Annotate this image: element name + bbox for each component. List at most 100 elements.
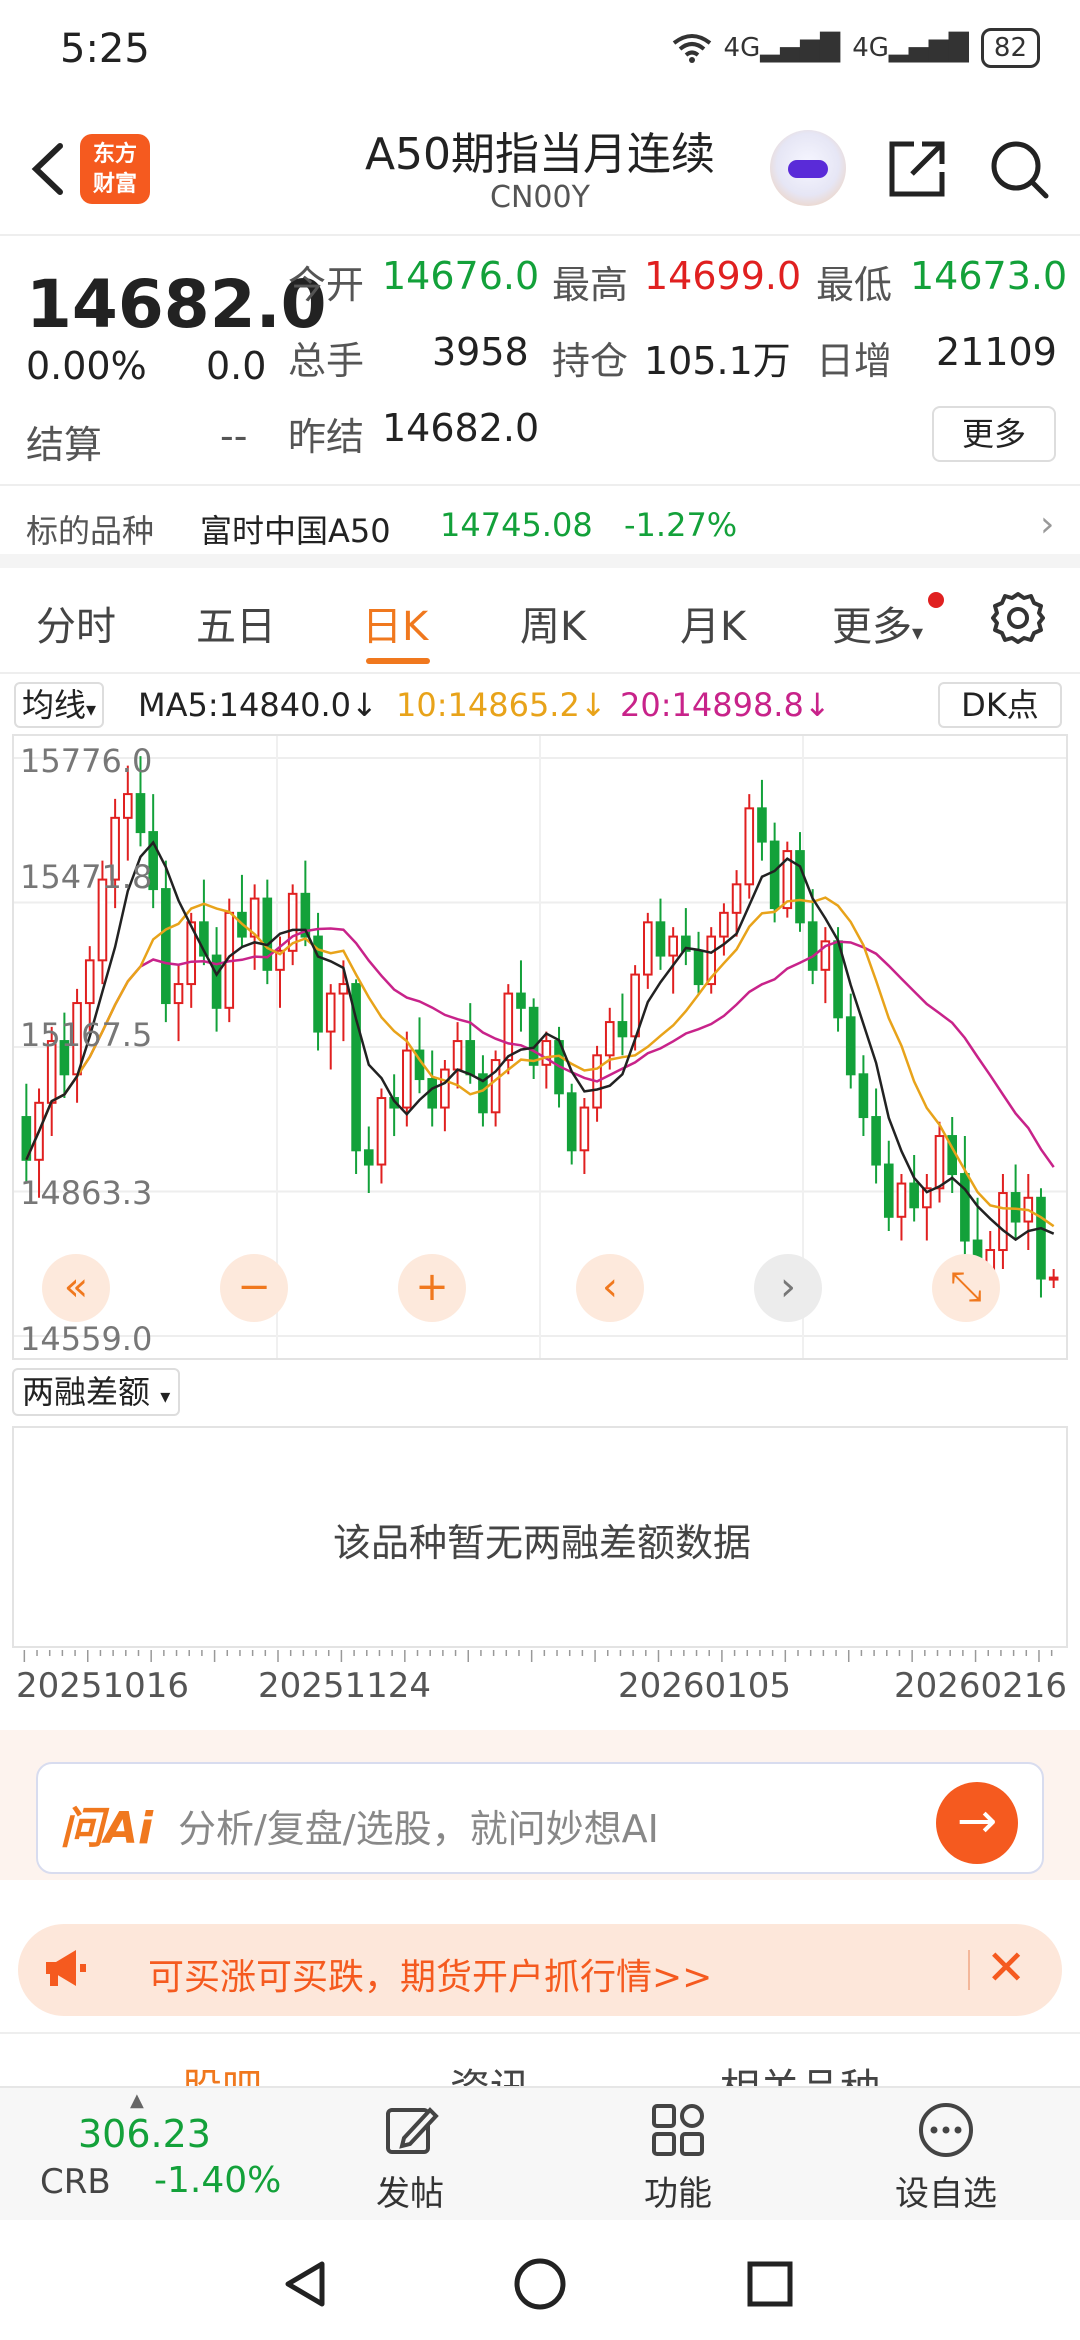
share-icon[interactable]	[884, 136, 950, 202]
y-tick-label: 14863.3	[20, 1174, 153, 1212]
ma-row: 均线▾ MA5:14840.0↓ 10:14865.2↓ 20:14898.8↓…	[0, 676, 1080, 734]
candle	[325, 984, 336, 1070]
crb-change[interactable]: -1.40%	[154, 2160, 281, 2201]
more-button[interactable]: 更多	[932, 406, 1056, 462]
candle-body	[668, 935, 678, 957]
candlestick-chart[interactable]: 15776.0 15471.8 15167.5 14863.3 14559.0 …	[12, 734, 1068, 1360]
settle-label: 结算	[26, 423, 103, 467]
candle	[643, 912, 653, 989]
crb-value[interactable]: 306.23	[78, 2112, 211, 2156]
close-icon[interactable]: ✕	[986, 1940, 1026, 1996]
underlying-row[interactable]: 标的品种 富时中国A50 14745.08 -1.27% ›	[0, 488, 1080, 568]
candle-body	[617, 1021, 628, 1038]
candle	[858, 1055, 869, 1137]
candle	[262, 879, 273, 985]
candle-body	[376, 1097, 387, 1166]
margin-panel: 该品种暂无两融差额数据	[12, 1426, 1068, 1648]
indicator-select[interactable]: 均线▾	[14, 682, 105, 728]
candle	[896, 1174, 907, 1241]
add-favorite-button[interactable]: 设自选	[866, 2100, 1026, 2215]
arrow-right-icon[interactable]: →	[936, 1782, 1018, 1864]
bottom-section-tabs: 股吧 资讯 相关品种	[0, 2032, 1080, 2092]
y-tick-label: 14559.0	[20, 1320, 153, 1358]
underlying-change: -1.27%	[624, 506, 738, 544]
ma5-value: MA5:14840.0↓	[138, 686, 378, 724]
candle-body	[161, 888, 171, 1005]
quote-panel: 14682.0 0.00% 0.0 结算 -- 今开 14676.0 最高 14…	[0, 238, 1080, 486]
scroll-to-start-button[interactable]: «	[42, 1254, 110, 1322]
zoom-in-button[interactable]: +	[398, 1254, 466, 1322]
gear-icon[interactable]	[990, 590, 1046, 646]
candle	[528, 998, 539, 1080]
margin-indicator-select[interactable]: 两融差额 ▾	[12, 1368, 181, 1416]
candle	[21, 1083, 32, 1184]
candle-body	[1010, 1192, 1021, 1223]
notification-dot	[928, 592, 944, 608]
promo-text[interactable]: 可买涨可买跌，期货开户抓行情>>	[148, 1948, 712, 2000]
high-value: 14699.0	[644, 254, 802, 298]
y-tick-label: 15776.0	[20, 742, 153, 780]
status-bar: 5:25 4G▂▄▆█ 4G▂▄▆█ 82	[0, 0, 1080, 100]
candlestick-plot[interactable]	[14, 736, 1066, 1358]
tab-intraday[interactable]: 分时	[36, 594, 116, 652]
ai-search-box[interactable]: 问Ai 分析/复盘/选股，就问妙想AI →	[36, 1762, 1044, 1874]
scroll-right-button[interactable]: ›	[754, 1254, 822, 1322]
tab-five-day[interactable]: 五日	[196, 594, 276, 652]
candle	[592, 1045, 602, 1122]
settle-value: --	[220, 414, 248, 458]
dk-point-button[interactable]: DK点	[938, 682, 1062, 728]
nav-recents-icon[interactable]	[744, 2258, 796, 2310]
nav-home-icon[interactable]	[512, 2256, 568, 2312]
signal-icon: 4G▂▄▆█	[852, 33, 969, 63]
tab-monthly-k[interactable]: 月K	[680, 594, 746, 652]
expand-chart-button[interactable]: ⤡	[932, 1254, 1000, 1322]
candle	[871, 1088, 881, 1184]
nav-back-icon[interactable]	[280, 2258, 332, 2310]
open-label: 今开	[288, 263, 365, 307]
post-button[interactable]: 发帖	[330, 2100, 490, 2215]
signal-icon: 4G▂▄▆█	[723, 33, 841, 63]
tab-weekly-k[interactable]: 周K	[520, 594, 586, 652]
date-label: 20251124	[258, 1666, 432, 1706]
candle	[579, 1098, 590, 1175]
candle	[313, 912, 323, 1051]
candle	[706, 927, 717, 994]
volume-value: 3958	[432, 330, 529, 374]
search-icon[interactable]	[986, 136, 1052, 202]
volume-label: 总手	[288, 339, 365, 383]
candle	[922, 1174, 932, 1241]
ai-robot-avatar[interactable]	[770, 130, 846, 206]
candle-body	[909, 1182, 919, 1209]
tab-daily-k[interactable]: 日K	[362, 594, 428, 652]
y-tick-label: 15471.8	[20, 858, 153, 896]
ma10-value: 10:14865.2↓	[396, 686, 607, 724]
ai-logo: 问Ai	[60, 1803, 154, 1854]
back-icon[interactable]	[20, 134, 80, 204]
candle	[161, 860, 171, 1023]
candle-body	[528, 1006, 539, 1066]
low-label: 最低	[816, 263, 893, 307]
candle	[719, 903, 729, 956]
zoom-out-button[interactable]: −	[220, 1254, 288, 1322]
tab-more[interactable]: 更多▾	[832, 594, 923, 652]
ai-input-placeholder[interactable]: 分析/复盘/选股，就问妙想AI	[178, 1798, 659, 1853]
battery-icon: 82	[980, 28, 1040, 68]
date-ticks	[23, 1650, 1053, 1662]
high-label: 最高	[552, 263, 629, 307]
underlying-label: 标的品种	[26, 512, 155, 550]
chevron-right-icon: ›	[1040, 504, 1055, 545]
promo-banner[interactable]: 可买涨可买跌，期货开户抓行情>> ✕	[18, 1924, 1062, 2016]
candle	[845, 993, 856, 1089]
candle	[465, 1003, 476, 1084]
crb-name[interactable]: CRB	[40, 2162, 111, 2202]
last-price: 14682.0	[26, 266, 327, 343]
scroll-left-button[interactable]: ‹	[576, 1254, 644, 1322]
brand-logo[interactable]: 东方 财富	[80, 134, 150, 204]
header: A50期指当月连续 CN00Y 东方 财富	[0, 100, 1080, 236]
candle	[909, 1155, 919, 1222]
candle-body	[363, 1149, 374, 1166]
divider	[968, 1950, 970, 1990]
functions-button[interactable]: 功能	[598, 2100, 758, 2215]
candle	[693, 931, 704, 994]
margin-empty-message: 该品种暂无两融差额数据	[332, 1521, 751, 1565]
